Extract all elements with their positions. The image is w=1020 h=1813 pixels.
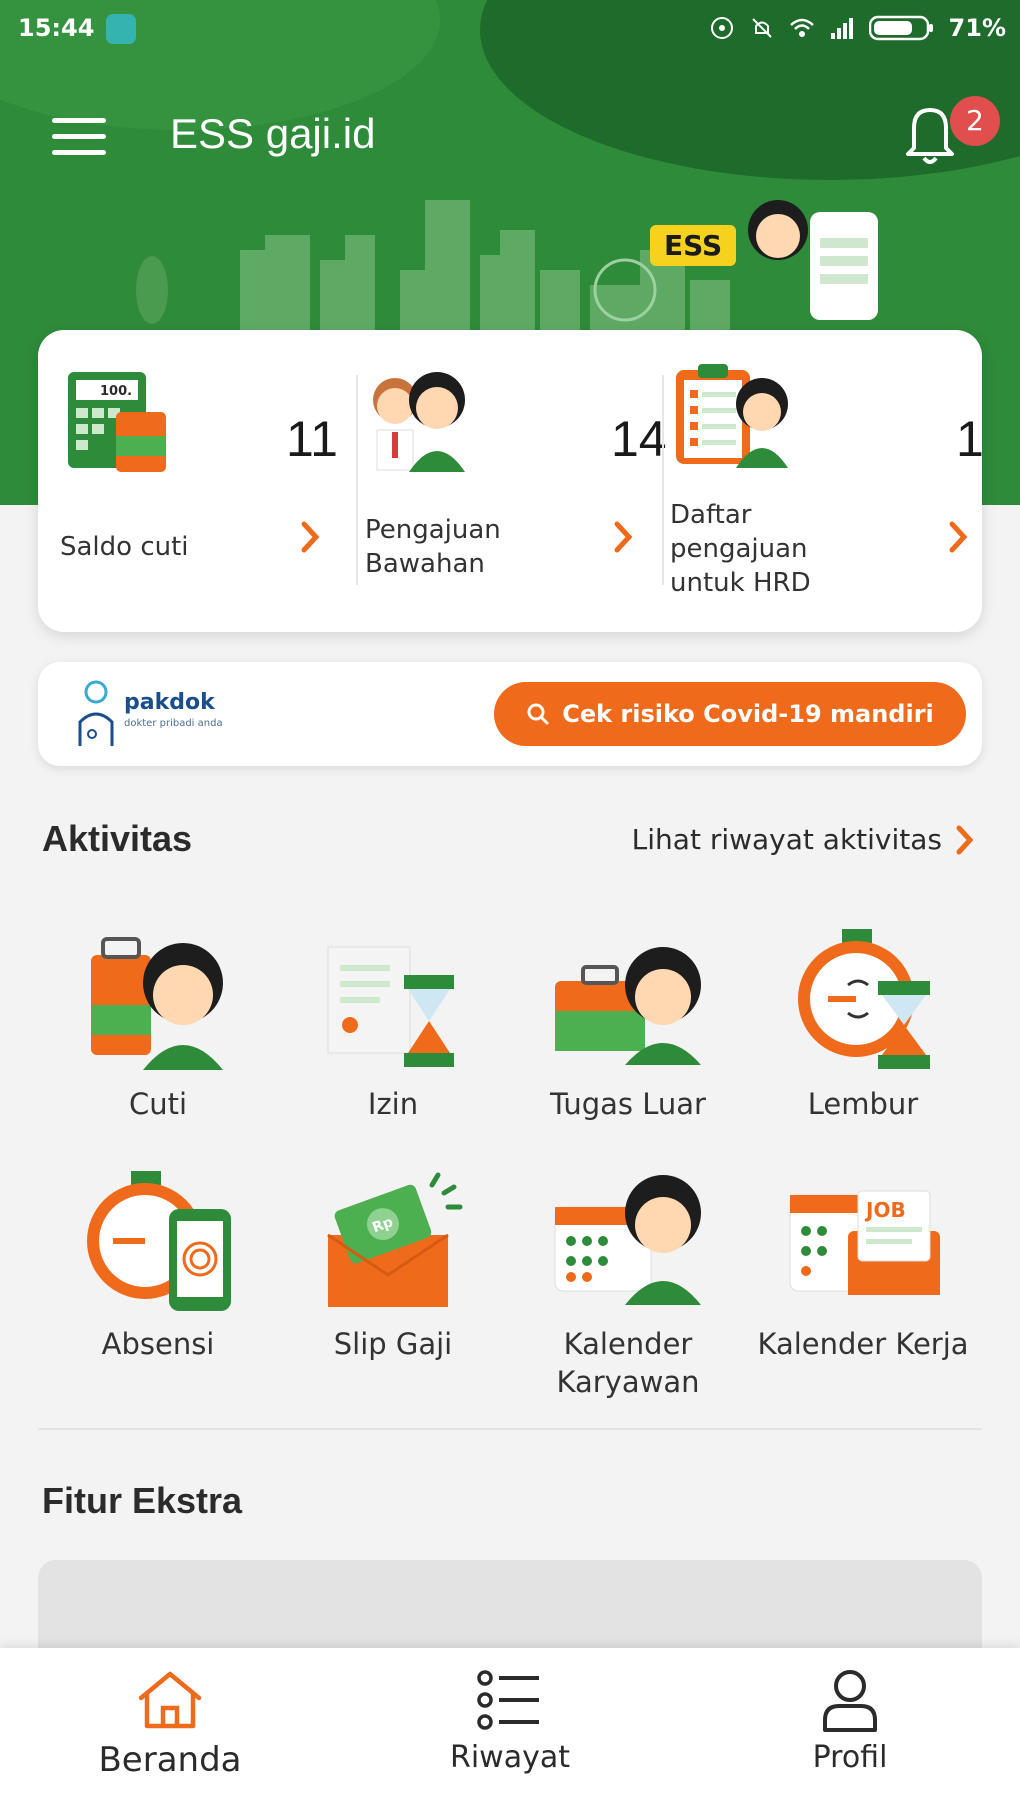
activity-kalender-karyawan[interactable]: Kalender Karyawan [510, 1165, 746, 1401]
menu-button[interactable] [52, 118, 106, 158]
notification-badge: 2 [950, 96, 1000, 146]
daftar-pengajuan-count: 1 [956, 411, 984, 467]
activity-lembur[interactable]: Lembur [745, 925, 981, 1123]
saldo-cuti-item[interactable]: 100. 11 Saldo cuti [38, 330, 338, 632]
team-people-icon [373, 372, 465, 472]
chevron-right-icon [301, 521, 320, 553]
job-calendar-icon: JOB [789, 1190, 940, 1295]
chevron-right-icon [949, 521, 968, 553]
battery-percent: 71% [948, 14, 1006, 42]
bottom-navigation: Beranda Riwayat Profil [0, 1648, 1020, 1813]
nav-profil[interactable]: Profil [740, 1668, 960, 1775]
activity-label: Izin [367, 1087, 419, 1121]
permit-hourglass-icon [327, 946, 454, 1067]
activity-label: Slip Gaji [333, 1327, 453, 1361]
saldo-cuti-count: 11 [286, 411, 338, 467]
home-icon [138, 1671, 202, 1729]
overtime-clock-icon [798, 929, 930, 1069]
saldo-cuti-label: Saldo cuti [60, 532, 189, 562]
clipboard-checklist-icon [676, 364, 788, 468]
fingerprint-phone-icon [87, 1171, 231, 1311]
calculator-luggage-icon: 100. [68, 372, 166, 472]
daftar-pengajuan-label: Daftar pengajuan untuk HRD [670, 500, 811, 598]
search-icon [527, 703, 549, 725]
app-notification-icon [106, 14, 136, 44]
nav-label: Profil [812, 1740, 888, 1775]
svg-text:JOB: JOB [864, 1198, 906, 1222]
pakdok-brand: pakdok [124, 690, 215, 715]
hamburger-icon [52, 150, 106, 155]
activity-kalender-kerja[interactable]: JOB Kalender Kerja [745, 1165, 981, 1363]
notification-bell-icon[interactable] [900, 98, 960, 168]
aktivitas-title: Aktivitas [42, 818, 193, 859]
activity-history-link[interactable]: Lihat riwayat aktivitas [632, 823, 974, 856]
battery-icon [868, 15, 933, 41]
summary-card: 100. 11 Saldo cuti 14 Pengajuan Bawahan [38, 330, 984, 632]
briefcase-icon [555, 947, 701, 1065]
employee-calendar-icon [554, 1175, 701, 1305]
activity-cuti[interactable]: Cuti [40, 925, 276, 1123]
pengajuan-bawahan-label: Pengajuan Bawahan [365, 515, 501, 579]
chevron-right-icon [956, 825, 974, 854]
app-title: ESS gaji.id [170, 110, 376, 157]
activity-label: Cuti [128, 1087, 188, 1121]
pakdok-tagline: dokter pribadi anda [124, 718, 223, 729]
fitur-ekstra-title: Fitur Ekstra [42, 1480, 243, 1521]
pengajuan-bawahan-item[interactable]: 14 Pengajuan Bawahan [343, 330, 667, 632]
activity-label: Kalender Karyawan [556, 1327, 700, 1399]
activity-history-label: Lihat riwayat aktivitas [631, 823, 942, 856]
status-bar: 15:44 71% [0, 0, 1020, 58]
nav-label: Beranda [98, 1740, 242, 1780]
payslip-envelope-icon: Rp [327, 1172, 463, 1307]
nav-riwayat[interactable]: Riwayat [400, 1668, 620, 1775]
list-icon [477, 1670, 539, 1730]
ess-banner-tag: ESS [650, 225, 737, 266]
hamburger-icon [52, 134, 106, 139]
user-icon [823, 1670, 877, 1732]
nav-label: Riwayat [450, 1740, 570, 1775]
hamburger-icon [52, 118, 106, 123]
activity-label: Tugas Luar [550, 1087, 706, 1121]
activity-absensi[interactable]: Absensi [40, 1165, 276, 1363]
signal-icon [830, 18, 853, 39]
daftar-pengajuan-hrd-item[interactable]: 1 Daftar pengajuan untuk HRD [648, 330, 984, 632]
status-time: 15:44 [18, 14, 95, 42]
covid-check-button[interactable]: Cek risiko Covid-19 mandiri [494, 682, 966, 746]
nav-beranda[interactable]: Beranda [60, 1668, 280, 1780]
mute-icon [751, 18, 772, 38]
banner-person-illustration [748, 200, 878, 320]
section-divider [38, 1428, 982, 1430]
activity-label: Kalender Kerja [757, 1327, 969, 1361]
covid-check-label: Cek risiko Covid-19 mandiri [562, 700, 934, 728]
activity-slip-gaji[interactable]: Rp Slip Gaji [275, 1165, 511, 1363]
top-app-bar: ESS gaji.id 2 [0, 90, 1020, 180]
activity-tugas-luar[interactable]: Tugas Luar [510, 925, 746, 1123]
luggage-icon [91, 937, 223, 1070]
svg-text:100.: 100. [100, 384, 132, 399]
activity-izin[interactable]: Izin [275, 925, 511, 1123]
pakdok-banner: pakdok dokter pribadi anda Cek risiko Co… [38, 662, 982, 766]
wifi-icon [789, 18, 814, 37]
chevron-right-icon [614, 521, 633, 553]
activity-label: Lembur [807, 1087, 919, 1121]
activity-label: Absensi [101, 1327, 215, 1361]
hotspot-icon [710, 17, 733, 39]
